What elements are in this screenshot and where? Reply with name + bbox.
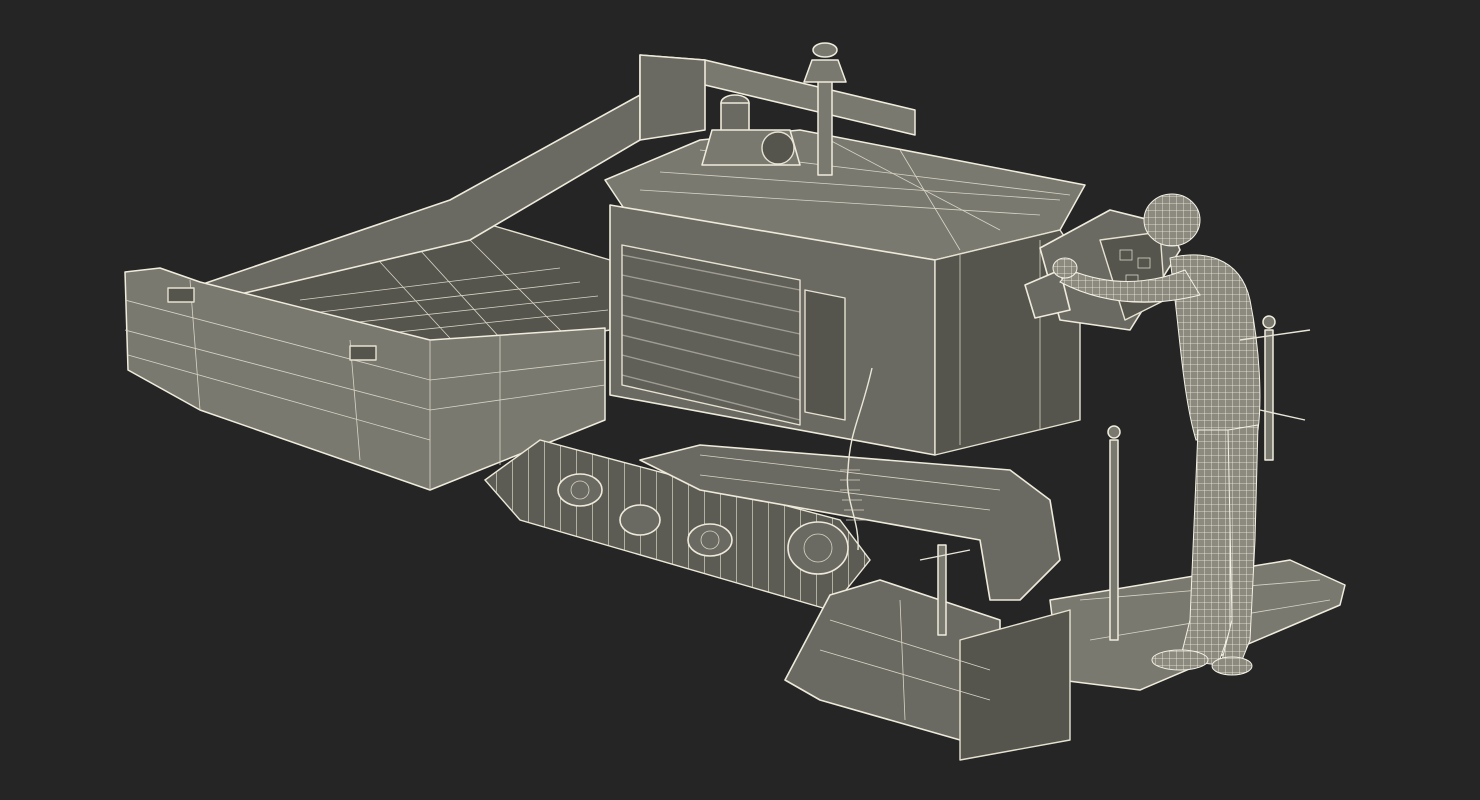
render-viewport <box>0 0 1480 800</box>
paver-wireframe-render <box>124 42 1346 761</box>
